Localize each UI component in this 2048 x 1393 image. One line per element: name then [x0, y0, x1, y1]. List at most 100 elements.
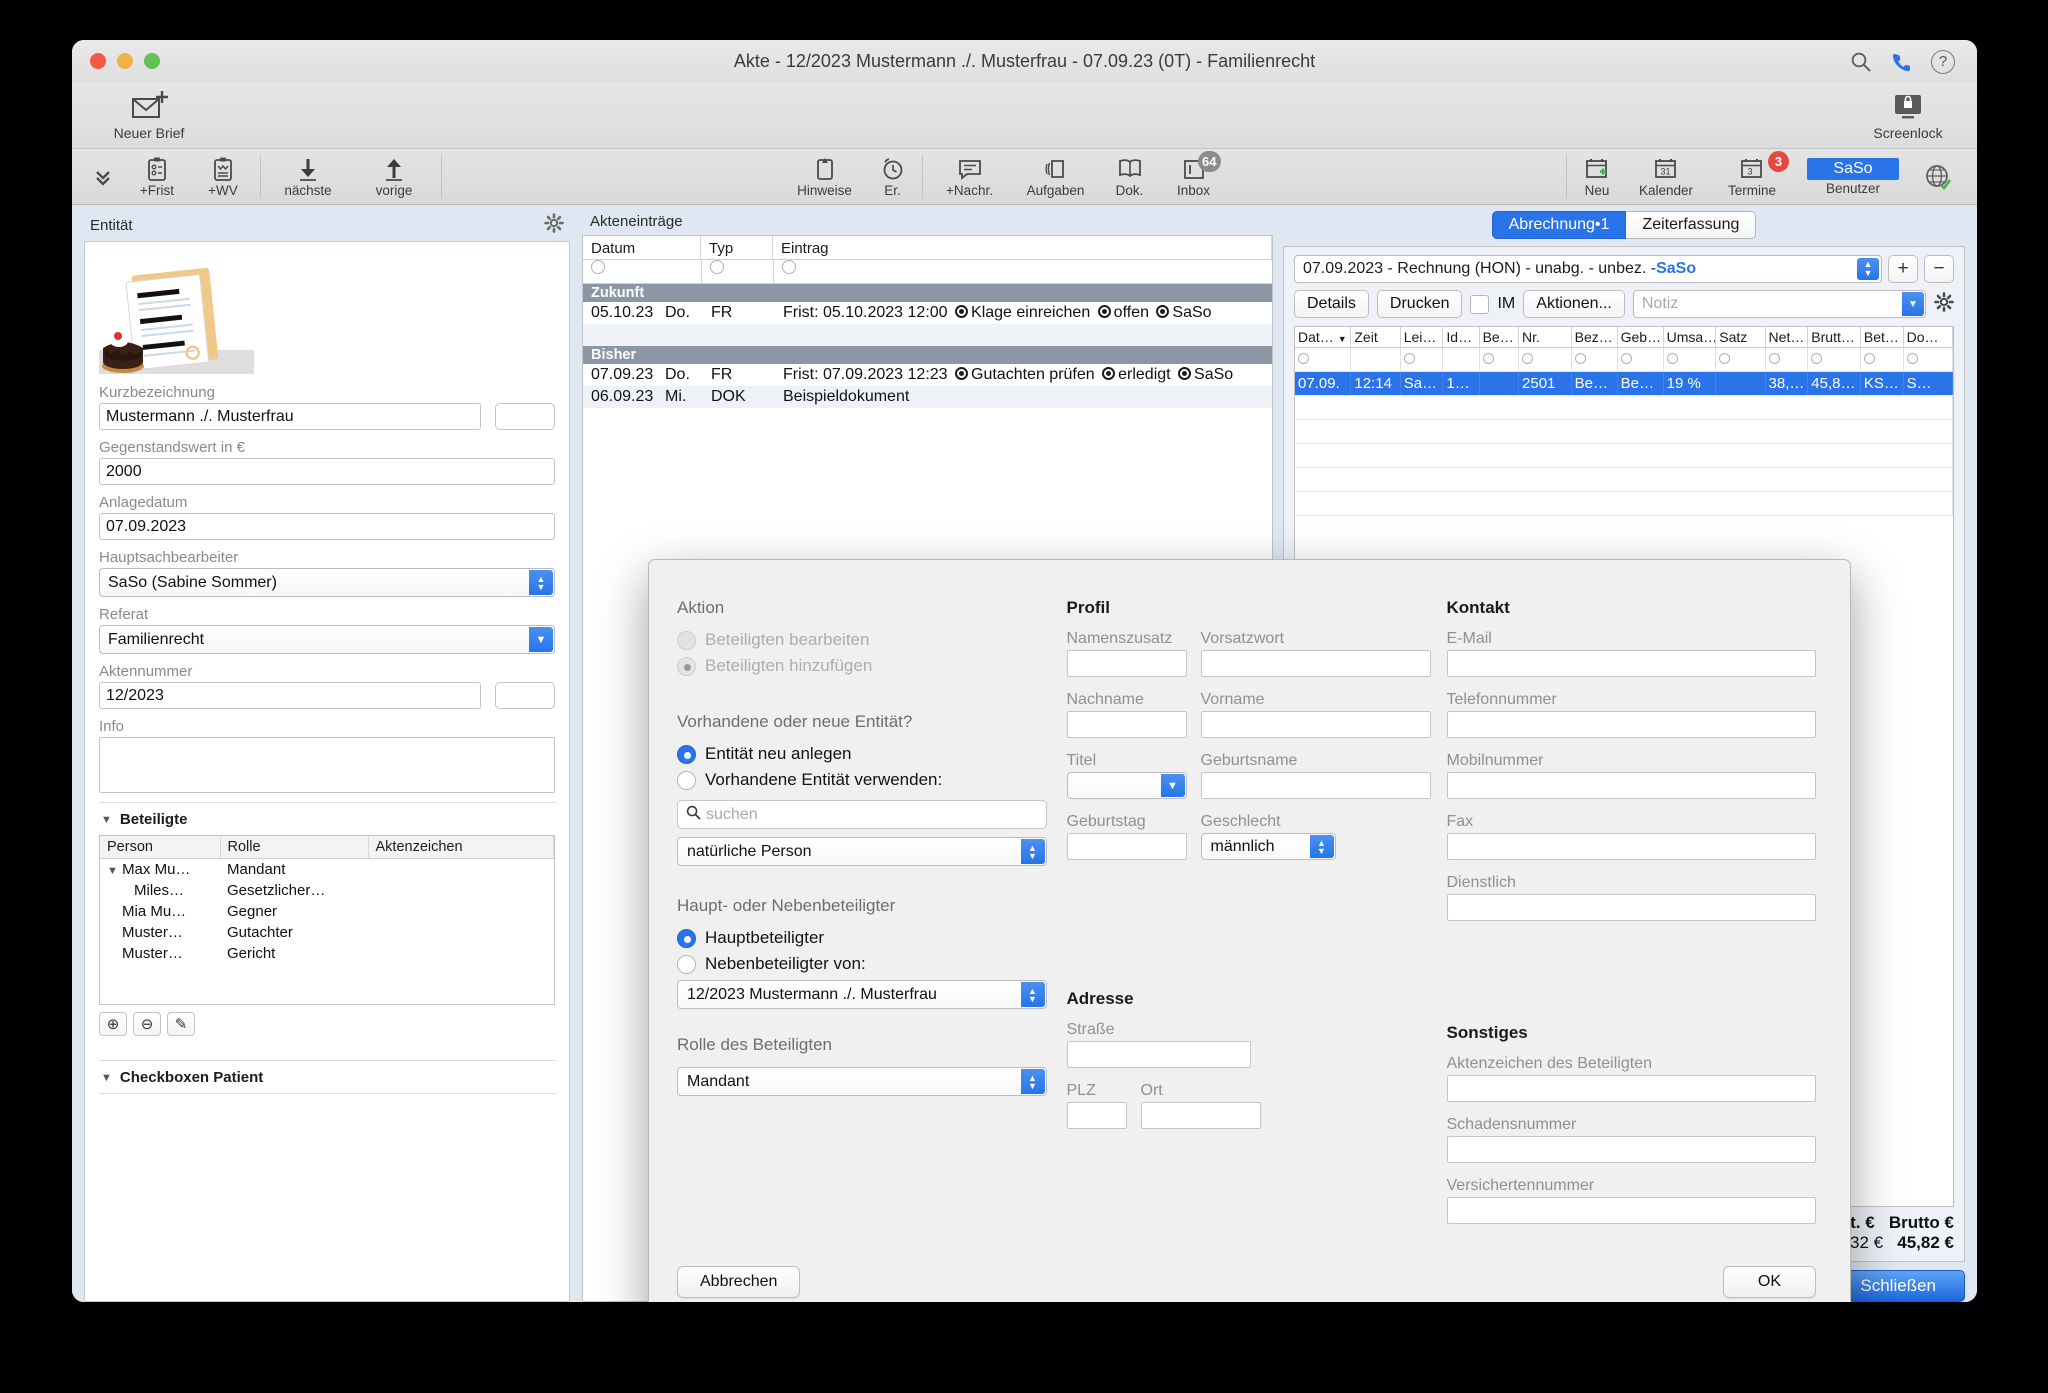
- table-row[interactable]: [1295, 395, 1953, 420]
- radio-hauptbeteiligter[interactable]: Hauptbeteiligter: [677, 928, 1047, 948]
- versichertennummer-field[interactable]: [1446, 1197, 1816, 1224]
- appointments-button[interactable]: 3 3 Termine: [1709, 149, 1795, 204]
- gear-icon[interactable]: [544, 213, 564, 237]
- remove-invoice-button[interactable]: −: [1924, 255, 1954, 283]
- grid-filter-0[interactable]: [1295, 347, 1352, 372]
- grid-filter-7[interactable]: [1617, 347, 1664, 372]
- add-beteiligter-button[interactable]: ⊕: [99, 1012, 127, 1036]
- referat-select[interactable]: Familienrecht ▼: [99, 625, 555, 654]
- documents-button[interactable]: Dok.: [1099, 149, 1161, 204]
- grid-column-3[interactable]: Id…: [1442, 327, 1480, 348]
- hinweise-button[interactable]: Hinweise: [782, 149, 868, 204]
- column-aktenzeichen[interactable]: Aktenzeichen: [368, 836, 554, 859]
- radio-beteiligten-bearbeiten[interactable]: Beteiligten bearbeiten: [677, 630, 1047, 650]
- anlagedatum-input[interactable]: 07.09.2023: [99, 513, 555, 540]
- filter-typ[interactable]: [701, 260, 773, 283]
- checkboxen-patient-disclosure[interactable]: ▼ Checkboxen Patient: [99, 1060, 555, 1093]
- reminder-button[interactable]: Er.: [868, 149, 918, 204]
- table-row[interactable]: [1295, 491, 1953, 516]
- grid-filter-5[interactable]: [1518, 347, 1572, 372]
- new-appointment-button[interactable]: Neu: [1571, 149, 1623, 204]
- grid-filter-4[interactable]: [1479, 347, 1520, 372]
- aktennummer-mini-button[interactable]: [495, 682, 555, 709]
- grid-column-4[interactable]: Be…: [1479, 327, 1520, 348]
- grid-filter-10[interactable]: [1765, 347, 1809, 372]
- entity-search-input[interactable]: suchen: [677, 800, 1047, 829]
- grid-filter-2[interactable]: [1400, 347, 1444, 372]
- dienstlich-field[interactable]: [1446, 894, 1816, 921]
- plz-input[interactable]: [1066, 1102, 1127, 1129]
- fax-field[interactable]: [1446, 833, 1816, 860]
- edit-beteiligter-button[interactable]: ✎: [167, 1012, 195, 1036]
- column-eintrag[interactable]: Eintrag: [773, 236, 1272, 259]
- radio-entity-existing[interactable]: Vorhandene Entität verwenden:: [677, 770, 1047, 790]
- table-row[interactable]: 06.09.23 Mi. DOK Beispieldokument: [583, 386, 1272, 408]
- email-field[interactable]: [1446, 650, 1816, 677]
- grid-column-10[interactable]: Net…: [1765, 327, 1809, 348]
- nachname-input[interactable]: [1066, 711, 1187, 738]
- phone-icon[interactable]: [1890, 51, 1913, 74]
- aktionen-button[interactable]: Aktionen...: [1523, 290, 1625, 318]
- grid-filter-6[interactable]: [1571, 347, 1618, 372]
- az-beteiligter-field[interactable]: [1446, 1075, 1816, 1102]
- ort-input[interactable]: [1140, 1102, 1261, 1129]
- grid-column-5[interactable]: Nr.: [1518, 327, 1572, 348]
- calendar-button[interactable]: 31 Kalender: [1623, 149, 1709, 204]
- grid-column-6[interactable]: Bez…: [1571, 327, 1618, 348]
- grid-column-11[interactable]: Brutt…: [1807, 327, 1861, 348]
- grid-column-8[interactable]: Umsa…: [1663, 327, 1717, 348]
- rolle-select[interactable]: Mandant ▲ ▼: [677, 1067, 1047, 1096]
- grid-filter-11[interactable]: [1807, 347, 1861, 372]
- tab-abrechnung[interactable]: Abrechnung•1: [1491, 211, 1627, 239]
- table-row[interactable]: Mia Mu… Gegner: [100, 901, 554, 922]
- info-textarea[interactable]: [99, 737, 555, 793]
- table-row[interactable]: ▼ Max Mu… Mandant: [100, 859, 554, 881]
- table-row[interactable]: Miles… Gesetzlicher…: [100, 880, 554, 901]
- telefonnummer-field[interactable]: [1446, 711, 1816, 738]
- radio-beteiligten-hinzufuegen[interactable]: Beteiligten hinzufügen: [677, 656, 1047, 676]
- vorsatzwort-input[interactable]: [1200, 650, 1431, 677]
- ok-button[interactable]: OK: [1722, 1266, 1816, 1298]
- filter-datum[interactable]: [583, 260, 701, 283]
- expand-toolbar-button[interactable]: [82, 149, 124, 204]
- geburtstag-input[interactable]: [1066, 833, 1187, 860]
- column-datum[interactable]: Datum: [583, 236, 701, 259]
- gegenstandswert-input[interactable]: 2000: [99, 458, 555, 485]
- table-row[interactable]: [1295, 467, 1953, 492]
- add-deadline-button[interactable]: +Frist: [124, 149, 190, 204]
- close-button[interactable]: Schließen: [1831, 1270, 1965, 1302]
- geschlecht-select[interactable]: männlich ▲ ▼: [1200, 833, 1336, 860]
- grid-column-1[interactable]: Zeit: [1350, 327, 1401, 348]
- geburtsname-input[interactable]: [1200, 772, 1431, 799]
- search-icon[interactable]: [1850, 51, 1872, 73]
- beteiligte-table[interactable]: Person Rolle Aktenzeichen ▼ Max Mu… Mand…: [99, 835, 555, 1005]
- table-row[interactable]: Muster… Gericht: [100, 943, 554, 964]
- grid-column-9[interactable]: Satz: [1715, 327, 1766, 348]
- im-checkbox[interactable]: [1470, 294, 1490, 314]
- gear-icon[interactable]: [1934, 291, 1954, 317]
- web-button[interactable]: [1911, 149, 1965, 204]
- inbox-button[interactable]: 64 Inbox: [1161, 149, 1227, 204]
- grid-filter-13[interactable]: [1903, 347, 1953, 372]
- filter-eintrag[interactable]: [773, 260, 1272, 283]
- beteiligte-disclosure[interactable]: ▼ Beteiligte: [99, 802, 555, 835]
- column-person[interactable]: Person: [100, 836, 221, 859]
- kurzbezeichnung-input[interactable]: Mustermann ./. Musterfrau: [99, 403, 481, 430]
- tab-zeiterfassung[interactable]: Zeiterfassung: [1626, 211, 1757, 239]
- user-button[interactable]: SaSo Benutzer: [1795, 149, 1911, 204]
- new-letter-button[interactable]: Neuer Brief: [94, 88, 204, 141]
- schadensnummer-field[interactable]: [1446, 1136, 1816, 1163]
- grid-column-7[interactable]: Geb…: [1617, 327, 1664, 348]
- parent-case-select[interactable]: 12/2023 Mustermann ./. Musterfrau ▲ ▼: [677, 980, 1047, 1009]
- previous-button[interactable]: vorige: [351, 149, 437, 204]
- kurzbezeichnung-mini-button[interactable]: [495, 403, 555, 430]
- grid-column-0[interactable]: Dat… ▼: [1295, 327, 1352, 348]
- add-invoice-button[interactable]: +: [1888, 255, 1918, 283]
- table-row[interactable]: Muster… Gutachter: [100, 922, 554, 943]
- invoice-select[interactable]: 07.09.2023 - Rechnung (HON) - unabg. - u…: [1294, 255, 1882, 283]
- hauptsachbearbeiter-select[interactable]: SaSo (Sabine Sommer) ▲ ▼: [99, 568, 555, 597]
- column-rolle[interactable]: Rolle: [220, 836, 369, 859]
- grid-column-2[interactable]: Lei…: [1400, 327, 1444, 348]
- grid-column-12[interactable]: Bet…: [1860, 327, 1904, 348]
- column-typ[interactable]: Typ: [701, 236, 773, 259]
